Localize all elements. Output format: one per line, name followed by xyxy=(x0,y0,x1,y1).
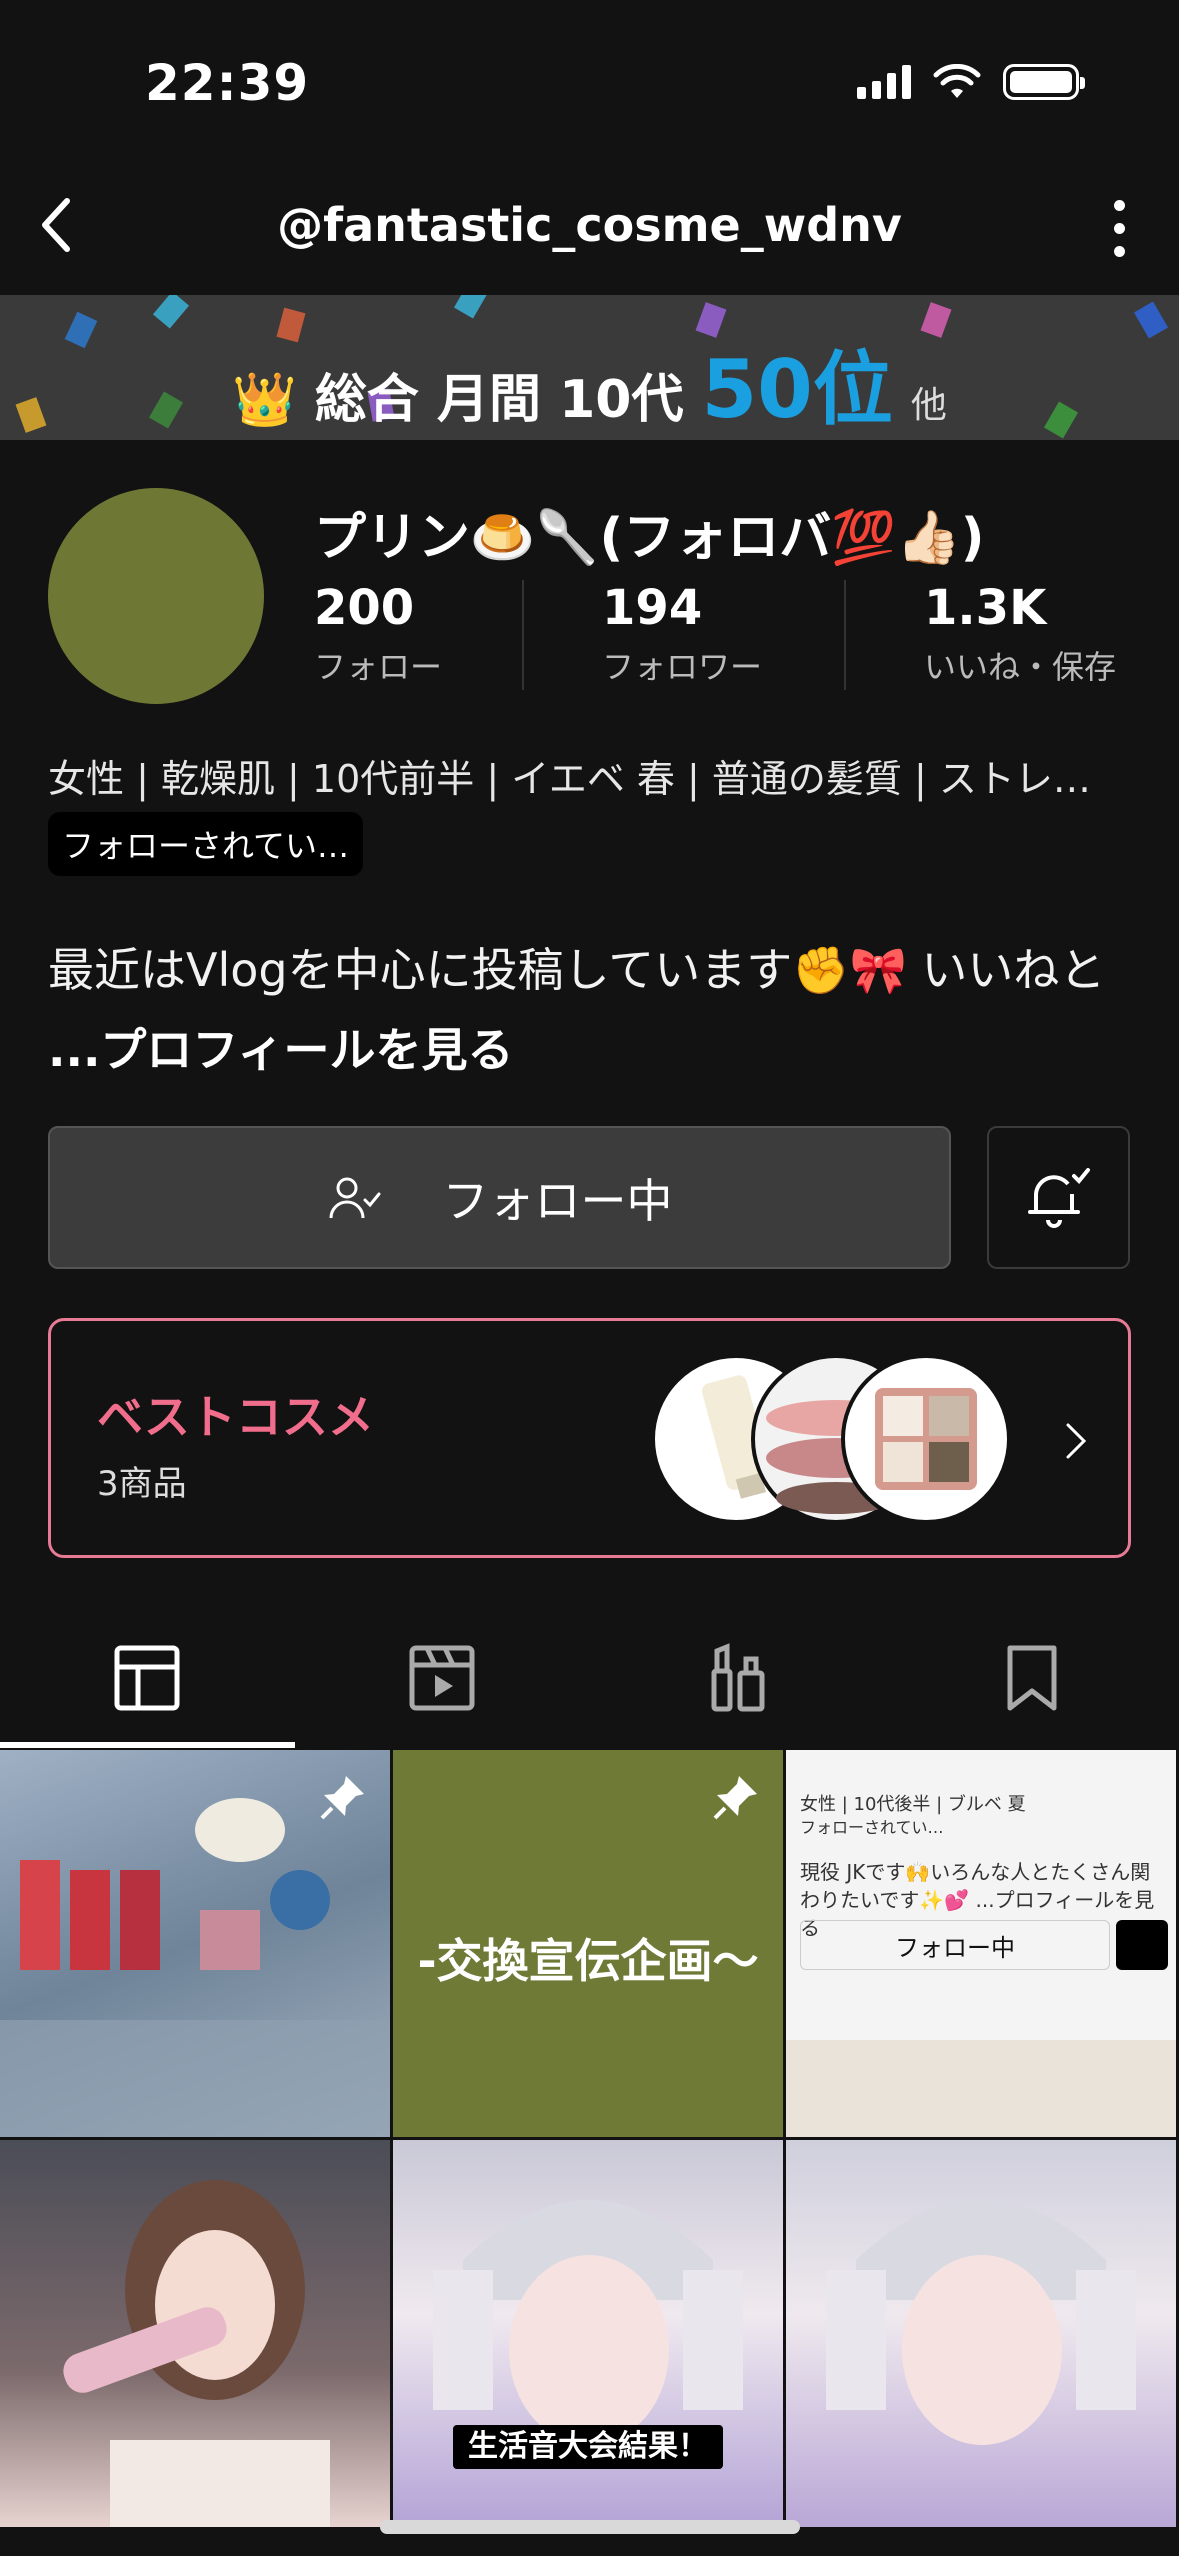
screenshot-add-user-button xyxy=(1116,1920,1168,1970)
best-cosme-card[interactable]: ベストコスメ 3商品 xyxy=(48,1318,1131,1558)
post-thumbnail[interactable]: -交換宣伝企画〜 xyxy=(393,1750,786,2140)
profile-name: プリン🍮🥄(フォロバ💯👍🏻) xyxy=(314,508,985,568)
stat-label: フォロワー xyxy=(602,648,763,686)
post-thumbnail[interactable] xyxy=(0,2140,393,2530)
palette-product-image xyxy=(875,1388,977,1490)
pin-icon xyxy=(320,1776,364,1820)
best-cosme-count: 3商品 xyxy=(97,1464,187,1504)
nav-bar: @fantastic_cosme_wdnv xyxy=(0,160,1179,295)
confetti-decoration xyxy=(453,295,489,319)
stat-followers[interactable]: 194 フォロワー xyxy=(602,580,762,700)
rank-position: 50位 xyxy=(701,343,893,436)
tab-cosmetics[interactable] xyxy=(590,1608,885,1748)
cosmetics-icon xyxy=(711,1643,765,1712)
post-caption: 生活音大会結果！ xyxy=(453,2425,723,2469)
status-icons xyxy=(857,64,1085,100)
status-time: 22:39 xyxy=(145,54,310,112)
stat-label: いいね・保存 xyxy=(924,648,1117,686)
stat-value: 1.3K xyxy=(924,580,1047,636)
best-cosme-title: ベストコスメ xyxy=(97,1390,374,1444)
screenshot-following-button: フォロー中 xyxy=(800,1920,1110,1970)
rank-content: 👑 総合 月間 10代 50位 他 xyxy=(0,325,1179,440)
user-check-icon xyxy=(329,1177,380,1218)
grid-layout-icon xyxy=(114,1645,180,1711)
cellular-signal-icon xyxy=(857,65,911,99)
post-grid: -交換宣伝企画〜 女性 | 10代後半 | ブルベ 夏 フォローされてい… 現役… xyxy=(0,1750,1179,2530)
wifi-icon xyxy=(933,64,981,98)
rank-other: 他 xyxy=(910,385,947,426)
stat-value: 200 xyxy=(314,580,415,636)
stat-likes-saves[interactable]: 1.3K いいね・保存 xyxy=(924,580,1116,700)
video-clip-icon xyxy=(409,1645,475,1711)
view-profile-link[interactable]: ...プロフィールを見る xyxy=(48,1023,514,1077)
screenshot-follow-status: フォローされてい… xyxy=(800,1818,944,1837)
portrait-photo xyxy=(433,2200,743,2445)
crown-icon: 👑 xyxy=(232,370,297,430)
post-thumbnail[interactable]: 生活音大会結果！ xyxy=(393,2140,786,2530)
stat-following[interactable]: 200 フォロー xyxy=(314,580,442,700)
following-button-label: フォロー中 xyxy=(442,1173,673,1228)
tab-videos[interactable] xyxy=(295,1608,590,1748)
avatar[interactable] xyxy=(48,488,264,704)
tab-saved[interactable] xyxy=(884,1608,1179,1748)
post-caption: -交換宣伝企画〜 xyxy=(417,1934,759,1988)
profile-tags: 女性 | 乾燥肌 | 10代前半 | イエベ 春 | 普通の髪質 | ストレ… xyxy=(48,757,1091,801)
bio-text: 最近はVlogを中心に投稿しています✊🎀 いいねと xyxy=(48,943,1106,997)
stat-divider xyxy=(844,580,847,690)
status-bar: 22:39 xyxy=(0,0,1179,160)
confetti-decoration xyxy=(152,295,190,329)
chevron-right-icon xyxy=(1064,1421,1088,1465)
product-thumbnail xyxy=(841,1354,1011,1524)
ranking-banner[interactable]: 👑 総合 月間 10代 50位 他 xyxy=(0,295,1179,440)
screenshot-thumbnails xyxy=(786,2040,1176,2137)
post-thumbnail[interactable] xyxy=(0,1750,393,2140)
more-dot-icon xyxy=(1113,222,1125,234)
more-dot-icon xyxy=(1113,245,1125,257)
more-options-button[interactable] xyxy=(1089,188,1149,268)
portrait-photo xyxy=(826,2200,1136,2445)
rank-category: 総合 月間 10代 xyxy=(314,370,684,430)
profile-handle-title: @fantastic_cosme_wdnv xyxy=(277,198,902,252)
post-thumbnail[interactable]: 女性 | 10代後半 | ブルベ 夏 フォローされてい… 現役 JKです🙌いろん… xyxy=(786,1750,1179,2140)
portrait-photo xyxy=(63,2180,330,2527)
pin-icon xyxy=(713,1776,757,1820)
bell-check-icon xyxy=(1027,1167,1090,1228)
profile-tabs xyxy=(0,1608,1179,1748)
active-tab-indicator xyxy=(0,1742,295,1748)
screenshot-tags: 女性 | 10代後半 | ブルベ 夏 xyxy=(800,1794,1026,1815)
following-button[interactable]: フォロー中 xyxy=(48,1126,951,1269)
follows-you-badge: フォローされてい… xyxy=(48,812,364,876)
home-indicator[interactable] xyxy=(380,2520,800,2534)
stat-divider xyxy=(522,580,525,690)
stat-label: フォロー xyxy=(314,648,443,686)
more-dot-icon xyxy=(1113,199,1125,211)
profile-bio: 最近はVlogを中心に投稿しています✊🎀 いいねと ...プロフィールを見る xyxy=(48,930,1108,1090)
bookmark-icon xyxy=(1007,1645,1057,1711)
battery-icon xyxy=(1003,64,1085,100)
post-thumbnail[interactable] xyxy=(786,2140,1179,2530)
stat-value: 194 xyxy=(602,580,703,636)
notification-bell-button[interactable] xyxy=(987,1126,1130,1269)
profile-stats: 200 フォロー 194 フォロワー 1.3K いいね・保存 xyxy=(314,580,1134,700)
tab-posts[interactable] xyxy=(0,1608,295,1748)
